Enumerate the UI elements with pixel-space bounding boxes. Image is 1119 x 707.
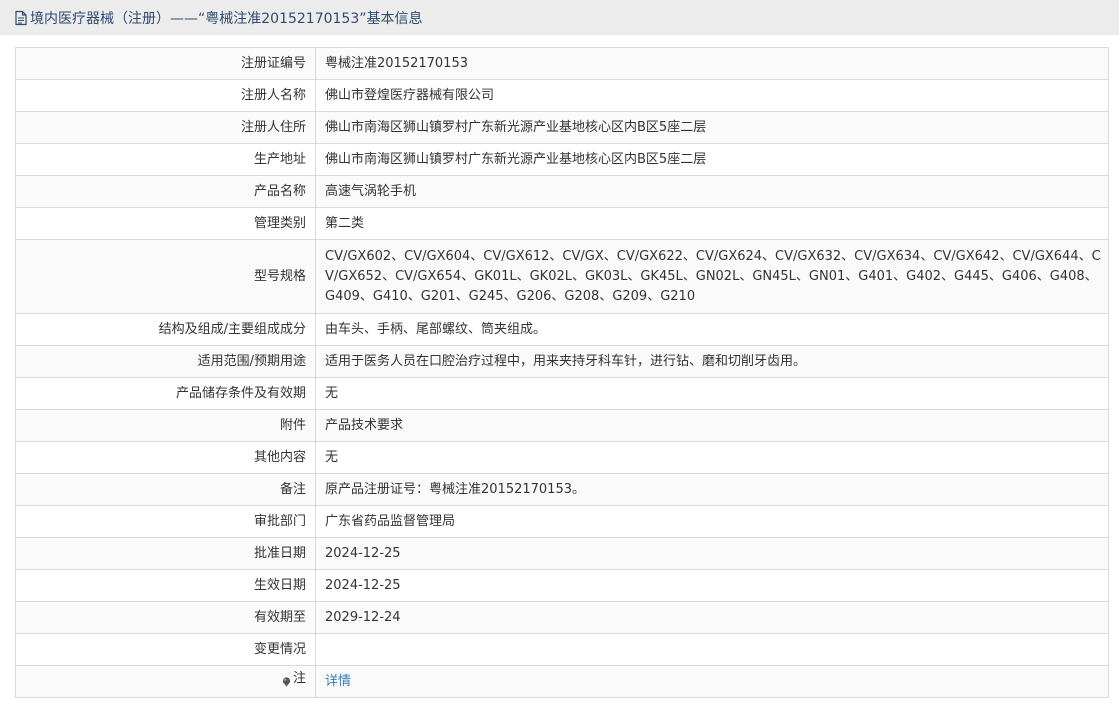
details-link[interactable]: 详情	[325, 674, 351, 689]
table-row: 管理类别 第二类	[15, 207, 1109, 240]
table-row: 产品名称 高速气涡轮手机	[15, 175, 1109, 208]
note-label-cell: 注	[15, 665, 316, 698]
table-row: 生效日期 2024-12-25	[15, 569, 1109, 602]
table-row: 注册证编号 粤械注准20152170153	[15, 47, 1109, 80]
row-label: 附件	[15, 409, 316, 442]
table-row: 注册人名称 佛山市登煌医疗器械有限公司	[15, 79, 1109, 112]
row-value: 佛山市南海区狮山镇罗村广东新光源产业基地核心区内B区5座二层	[315, 143, 1109, 176]
table-row: 变更情况	[15, 633, 1109, 666]
row-value: 高速气涡轮手机	[315, 175, 1109, 208]
pin-icon	[282, 674, 291, 687]
row-label: 注册证编号	[15, 47, 316, 80]
table-row-note: 注 详情	[15, 665, 1109, 698]
row-value	[315, 633, 1109, 666]
row-label: 适用范围/预期用途	[15, 345, 316, 378]
table-row: 备注 原产品注册证号：粤械注准20152170153。	[15, 473, 1109, 506]
table-row: 结构及组成/主要组成成分 由车头、手柄、尾部螺纹、筒夹组成。	[15, 313, 1109, 346]
document-icon	[14, 10, 28, 26]
page-title: 境内医疗器械（注册）——“粤械注准20152170153”基本信息	[30, 10, 423, 27]
row-value: 第二类	[315, 207, 1109, 240]
table-row: 有效期至 2029-12-24	[15, 601, 1109, 634]
row-label: 备注	[15, 473, 316, 506]
note-label-text: 注	[292, 671, 306, 686]
table-row: 其他内容 无	[15, 441, 1109, 474]
row-label: 产品名称	[15, 175, 316, 208]
row-value: 无	[315, 441, 1109, 474]
row-label: 管理类别	[15, 207, 316, 240]
row-label: 批准日期	[15, 537, 316, 570]
table-row: 型号规格 CV/GX602、CV/GX604、CV/GX612、CV/GX、CV…	[15, 239, 1109, 314]
table-row: 注册人住所 佛山市南海区狮山镇罗村广东新光源产业基地核心区内B区5座二层	[15, 111, 1109, 144]
row-label: 结构及组成/主要组成成分	[15, 313, 316, 346]
row-value: 由车头、手柄、尾部螺纹、筒夹组成。	[315, 313, 1109, 346]
page-header: 境内医疗器械（注册）——“粤械注准20152170153”基本信息	[0, 0, 1119, 35]
table-row: 批准日期 2024-12-25	[15, 537, 1109, 570]
row-value: 2024-12-25	[315, 537, 1109, 570]
row-label: 生产地址	[15, 143, 316, 176]
table-row: 审批部门 广东省药品监督管理局	[15, 505, 1109, 538]
row-value: 广东省药品监督管理局	[315, 505, 1109, 538]
row-label: 有效期至	[15, 601, 316, 634]
row-value: 无	[315, 377, 1109, 410]
row-value: 粤械注准20152170153	[315, 47, 1109, 80]
table-row: 产品储存条件及有效期 无	[15, 377, 1109, 410]
table-row: 生产地址 佛山市南海区狮山镇罗村广东新光源产业基地核心区内B区5座二层	[15, 143, 1109, 176]
table-row: 附件 产品技术要求	[15, 409, 1109, 442]
row-value: 2024-12-25	[315, 569, 1109, 602]
row-label: 生效日期	[15, 569, 316, 602]
table-row: 适用范围/预期用途 适用于医务人员在口腔治疗过程中，用来夹持牙科车针，进行钻、磨…	[15, 345, 1109, 378]
row-value: 2029-12-24	[315, 601, 1109, 634]
row-label: 型号规格	[15, 239, 316, 314]
row-value: 佛山市登煌医疗器械有限公司	[315, 79, 1109, 112]
note-value-cell: 详情	[315, 665, 1109, 698]
info-table: 注册证编号 粤械注准20152170153 注册人名称 佛山市登煌医疗器械有限公…	[15, 47, 1109, 698]
row-value: 原产品注册证号：粤械注准20152170153。	[315, 473, 1109, 506]
row-value: 产品技术要求	[315, 409, 1109, 442]
row-label: 产品储存条件及有效期	[15, 377, 316, 410]
row-label: 注册人名称	[15, 79, 316, 112]
note-label: 注	[282, 669, 306, 689]
row-value: CV/GX602、CV/GX604、CV/GX612、CV/GX、CV/GX62…	[315, 239, 1109, 314]
row-label: 审批部门	[15, 505, 316, 538]
row-value: 适用于医务人员在口腔治疗过程中，用来夹持牙科车针，进行钻、磨和切削牙齿用。	[315, 345, 1109, 378]
row-label: 其他内容	[15, 441, 316, 474]
row-label: 变更情况	[15, 633, 316, 666]
row-label: 注册人住所	[15, 111, 316, 144]
row-value: 佛山市南海区狮山镇罗村广东新光源产业基地核心区内B区5座二层	[315, 111, 1109, 144]
